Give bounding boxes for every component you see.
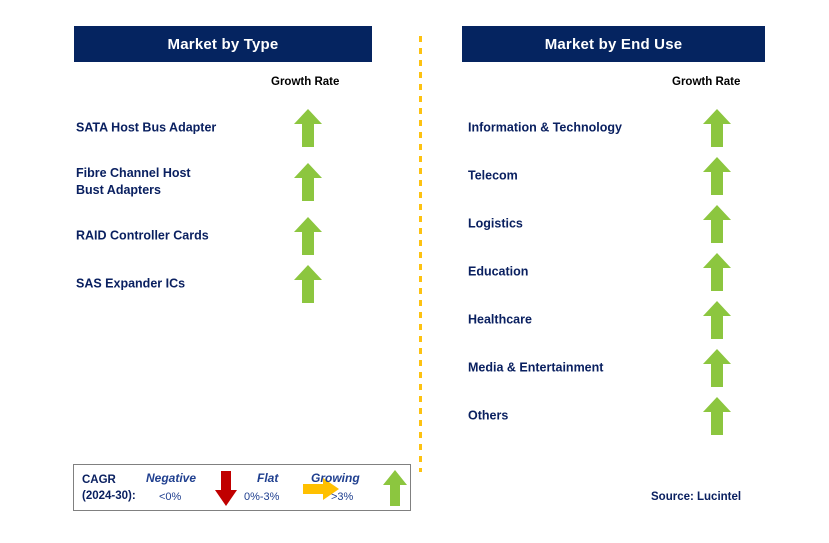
up-arrow-icon bbox=[294, 109, 322, 147]
table-row: Healthcare bbox=[450, 296, 790, 344]
table-row: Fibre Channel Host Bust Adapters bbox=[60, 152, 390, 212]
row-label: Others bbox=[468, 408, 509, 423]
row-label: Healthcare bbox=[468, 312, 532, 327]
legend-range-growing: >3% bbox=[331, 491, 354, 503]
up-arrow-icon bbox=[703, 157, 731, 195]
panel-header-market-by-type: Market by Type bbox=[74, 26, 372, 62]
legend-range-flat: 0%-3% bbox=[244, 491, 280, 503]
growth-rate-column-header-enduse: Growth Rate bbox=[672, 76, 741, 88]
up-arrow-icon bbox=[294, 217, 322, 255]
table-row: Telecom bbox=[450, 152, 790, 200]
up-arrow-icon bbox=[294, 163, 322, 201]
legend-label-negative: Negative bbox=[146, 471, 197, 485]
down-arrow-icon bbox=[215, 471, 237, 506]
row-label: Media & Entertainment bbox=[468, 360, 604, 375]
panel-header-market-by-end-use: Market by End Use bbox=[462, 26, 765, 62]
table-row: SATA Host Bus Adapter bbox=[60, 104, 390, 152]
row-label: Education bbox=[468, 264, 529, 279]
legend-item-negative: Negative <0% bbox=[141, 465, 241, 510]
row-label: RAID Controller Cards bbox=[76, 228, 209, 243]
table-row: Media & Entertainment bbox=[450, 344, 790, 392]
row-label: Logistics bbox=[468, 216, 523, 231]
up-arrow-icon bbox=[703, 397, 731, 435]
cagr-legend: CAGR (2024-30): Negative <0% Flat 0%-3% … bbox=[73, 464, 411, 511]
table-row: Information & Technology bbox=[450, 104, 790, 152]
table-row: Logistics bbox=[450, 200, 790, 248]
table-row: Education bbox=[450, 248, 790, 296]
row-label: SAS Expander ICs bbox=[76, 276, 186, 291]
source-note: Source: Lucintel bbox=[651, 491, 742, 503]
table-row: Others bbox=[450, 392, 790, 440]
legend-cagr-label: CAGR (2024-30): bbox=[82, 474, 136, 502]
row-label: SATA Host Bus Adapter bbox=[76, 120, 217, 135]
row-list-enduse: Information & Technology Telecom Logistics… bbox=[450, 104, 790, 440]
up-arrow-icon bbox=[703, 349, 731, 387]
row-list-type: SATA Host Bus Adapter Fibre Channel Host … bbox=[60, 104, 390, 308]
panel-market-by-type: Market by Type Growth Rate SATA Host Bus… bbox=[60, 0, 390, 543]
row-label: Telecom bbox=[468, 168, 518, 183]
vertical-dashed-divider bbox=[419, 36, 422, 472]
row-label: Information & Technology bbox=[468, 120, 622, 135]
up-arrow-icon bbox=[703, 109, 731, 147]
legend-label-growing: Growing bbox=[311, 471, 360, 485]
up-arrow-icon bbox=[383, 470, 407, 506]
up-arrow-icon bbox=[703, 253, 731, 291]
up-arrow-icon bbox=[294, 265, 322, 303]
up-arrow-icon bbox=[703, 205, 731, 243]
row-label: Fibre Channel Host Bust Adapters bbox=[76, 166, 191, 197]
table-row: SAS Expander ICs bbox=[60, 260, 390, 308]
legend-label-flat: Flat bbox=[257, 471, 279, 485]
legend-range-negative: <0% bbox=[159, 491, 182, 503]
legend-item-growing: Growing >3% bbox=[303, 465, 413, 510]
growth-rate-column-header-type: Growth Rate bbox=[271, 76, 340, 88]
table-row: RAID Controller Cards bbox=[60, 212, 390, 260]
up-arrow-icon bbox=[703, 301, 731, 339]
panel-market-by-end-use: Market by End Use Growth Rate Informatio… bbox=[450, 0, 790, 543]
